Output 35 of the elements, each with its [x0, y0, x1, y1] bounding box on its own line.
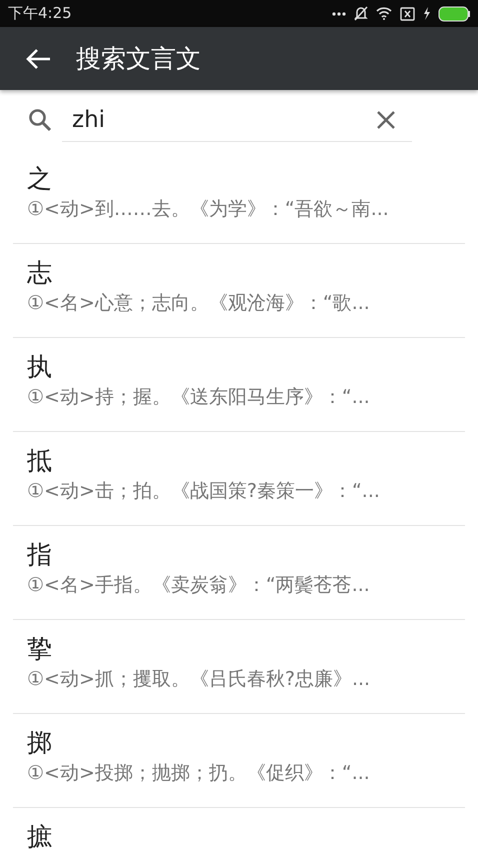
charging-icon: [423, 7, 430, 20]
wifi-icon: [376, 7, 392, 20]
result-item[interactable]: 摭: [13, 808, 465, 850]
result-item[interactable]: 掷 ①<动>投掷；抛掷；扔。《促织》：“...: [13, 714, 465, 808]
result-definition: ①<名>手指。《卖炭翁》：“两鬓苍苍...: [27, 573, 370, 598]
app-bar-title: 搜索文言文: [76, 43, 201, 75]
result-character: 掷: [27, 727, 52, 759]
search-icon: [28, 108, 52, 132]
battery-icon: [438, 6, 470, 22]
result-definition: ①<动>投掷；抛掷；扔。《促织》：“...: [27, 761, 370, 786]
result-character: 指: [27, 539, 52, 571]
result-definition: ①<名>心意；志向。《观沧海》：“歌...: [27, 291, 370, 316]
result-item[interactable]: 之 ①<动>到……去。《为学》：“吾欲～南...: [13, 150, 465, 244]
result-definition: ①<动>到……去。《为学》：“吾欲～南...: [27, 197, 389, 222]
result-character: 抵: [27, 445, 52, 477]
muted-bell-icon: [354, 6, 368, 21]
clear-icon[interactable]: [376, 110, 396, 130]
result-character: 之: [27, 163, 52, 195]
result-item[interactable]: 抵 ①<动>击；拍。《战国策?秦策一》：“...: [13, 432, 465, 526]
result-item[interactable]: 志 ①<名>心意；志向。《观沧海》：“歌...: [13, 244, 465, 338]
result-definition: ①<动>持；握。《送东阳马生序》：“...: [27, 385, 370, 410]
result-character: 执: [27, 351, 52, 383]
result-item[interactable]: 挚 ①<动>抓；攫取。《吕氏春秋?忠廉》...: [13, 620, 465, 714]
result-character: 志: [27, 257, 52, 289]
more-dots-icon: [332, 12, 346, 16]
sim-icon: [400, 6, 415, 20]
result-definition: ①<动>抓；攫取。《吕氏春秋?忠廉》...: [27, 667, 370, 692]
search-field[interactable]: zhi: [62, 98, 412, 142]
result-item[interactable]: 指 ①<名>手指。《卖炭翁》：“两鬓苍苍...: [13, 526, 465, 620]
result-character: 挚: [27, 633, 52, 665]
status-time: 下午4:25: [8, 4, 72, 23]
result-character: 摭: [27, 821, 52, 850]
back-arrow-icon[interactable]: [25, 48, 51, 70]
result-definition: ①<动>击；拍。《战国策?秦策一》：“...: [27, 479, 380, 504]
result-item[interactable]: 执 ①<动>持；握。《送东阳马生序》：“...: [13, 338, 465, 432]
